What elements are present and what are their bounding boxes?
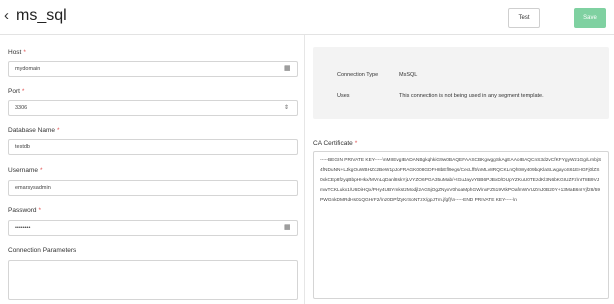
required-marker: * xyxy=(39,167,43,174)
stepper-icon[interactable]: ⇕ xyxy=(284,104,292,112)
connection-details-panel: Connection Type MsSQL Uses This connecti… xyxy=(305,35,614,304)
host-input[interactable]: mydomain ▦ xyxy=(8,61,298,77)
connection-type-value: MsSQL xyxy=(399,72,418,78)
ca-certificate-label: CA Certificate * xyxy=(313,139,357,149)
connection-type-label: Connection Type xyxy=(337,72,379,78)
connection-parameters-textarea[interactable] xyxy=(8,260,298,300)
port-input[interactable]: 3306 ⇕ xyxy=(8,100,298,116)
ca-certificate-label-text: CA Certificate xyxy=(313,140,353,147)
username-value: emarsysadmin xyxy=(15,185,51,191)
page-title: ms_sql xyxy=(16,7,67,24)
database-name-label-text: Database Name xyxy=(8,127,55,134)
uses-value: This connection is not being used in any… xyxy=(399,93,544,99)
host-value: mydomain xyxy=(15,66,41,72)
connection-form: Host * mydomain ▦ Port * 3306 ⇕ Database N… xyxy=(0,35,304,304)
host-label-text: Host xyxy=(8,49,22,56)
username-input[interactable]: emarsysadmin xyxy=(8,180,298,196)
save-button[interactable]: Save xyxy=(574,8,606,28)
database-name-label: Database Name * xyxy=(8,126,60,136)
required-marker: * xyxy=(56,127,60,134)
top-bar: ‹ ms_sql Test Save xyxy=(0,0,614,35)
port-value: 3306 xyxy=(15,105,28,111)
username-label-text: Username xyxy=(8,167,38,174)
database-name-value: testdb xyxy=(15,144,30,150)
port-label: Port * xyxy=(8,87,24,97)
required-marker: * xyxy=(21,88,25,95)
password-label-text: Password xyxy=(8,207,37,214)
connection-parameters-label: Connection Parameters xyxy=(8,246,76,256)
password-label: Password * xyxy=(8,206,41,216)
required-marker: * xyxy=(23,49,26,56)
password-input[interactable]: •••••••• ▦ xyxy=(8,220,298,236)
host-label: Host * xyxy=(8,48,26,58)
database-name-input[interactable]: testdb xyxy=(8,139,298,155)
port-label-text: Port xyxy=(8,88,20,95)
required-marker: * xyxy=(354,140,358,147)
connection-parameters-label-text: Connection Parameters xyxy=(8,247,77,254)
back-arrow-icon[interactable]: ‹ xyxy=(4,8,9,24)
ca-certificate-textarea[interactable]: -----BEGIN PRIVATE KEY-----\nMIIEvgIBADA… xyxy=(313,151,609,299)
contact-card-icon: ▦ xyxy=(284,65,291,72)
test-button[interactable]: Test xyxy=(508,8,540,28)
uses-label: Uses xyxy=(337,93,350,99)
contact-card-icon: ▦ xyxy=(284,224,291,231)
password-value: •••••••• xyxy=(15,225,31,231)
username-label: Username * xyxy=(8,166,43,176)
required-marker: * xyxy=(38,207,42,214)
connection-info-box: Connection Type MsSQL Uses This connecti… xyxy=(313,47,609,119)
